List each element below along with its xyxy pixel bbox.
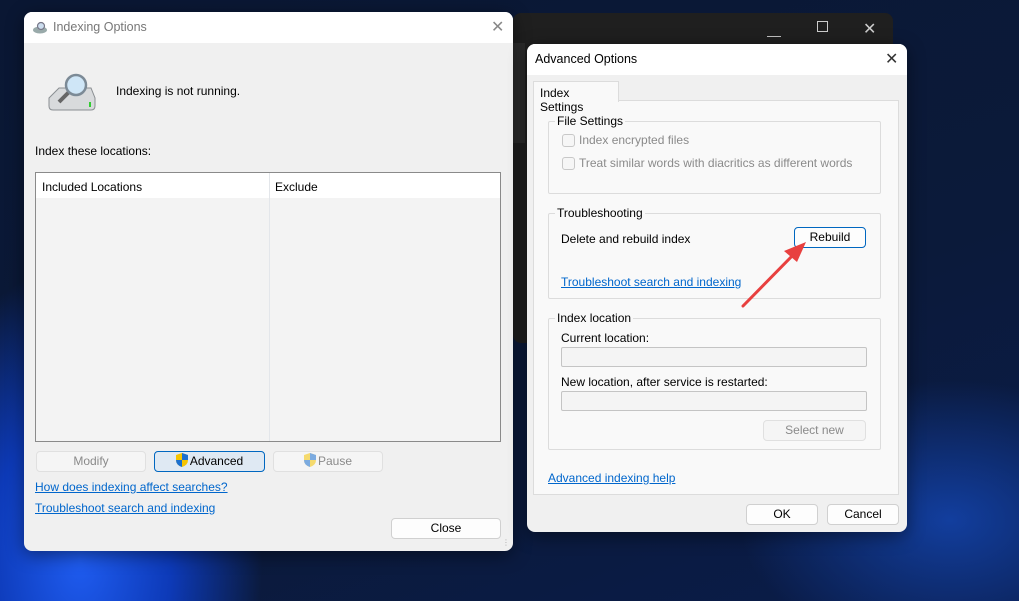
modify-button[interactable]: Modify — [36, 451, 146, 472]
index-location-group: Index location Current location: New loc… — [548, 311, 881, 450]
locations-label: Index these locations: — [35, 144, 152, 158]
close-button[interactable]: Close — [391, 518, 501, 539]
minimize-icon[interactable]: — — [767, 27, 781, 43]
current-location-label: Current location: — [561, 331, 650, 345]
maximize-icon[interactable] — [817, 21, 828, 32]
indexing-status: Indexing is not running. — [116, 84, 241, 98]
group-title: Index location — [555, 311, 634, 325]
troubleshoot-link[interactable]: Troubleshoot search and indexing — [35, 501, 215, 515]
advanced-indexing-help-link[interactable]: Advanced indexing help — [548, 471, 675, 485]
column-exclude[interactable]: Exclude — [275, 180, 318, 194]
tab-panel: File Settings Index encrypted files Trea… — [533, 100, 899, 495]
select-new-button[interactable]: Select new — [763, 420, 866, 441]
pause-label: Pause — [317, 454, 353, 468]
current-location-field[interactable] — [561, 347, 867, 367]
title-bar: Indexing Options ✕ — [24, 12, 513, 43]
group-title: Troubleshooting — [555, 206, 645, 220]
uac-shield-icon — [303, 453, 316, 467]
column-divider — [269, 173, 270, 441]
close-icon[interactable]: ✕ — [885, 49, 898, 69]
indexing-options-dialog: Indexing Options ✕ Indexing is not runni… — [24, 12, 513, 551]
group-title: File Settings — [555, 114, 626, 128]
advanced-label: Advanced — [189, 454, 244, 468]
how-indexing-affects-link[interactable]: How does indexing affect searches? — [35, 480, 228, 494]
rebuild-button[interactable]: Rebuild — [794, 227, 866, 248]
close-icon[interactable]: ✕ — [863, 19, 876, 39]
column-included-locations[interactable]: Included Locations — [42, 180, 142, 194]
cancel-button[interactable]: Cancel — [827, 504, 899, 525]
dialog-title: Indexing Options — [53, 20, 147, 34]
indexing-drive-icon — [48, 73, 96, 111]
title-bar: Advanced Options ✕ — [527, 44, 907, 75]
file-settings-group: File Settings Index encrypted files Trea… — [548, 114, 881, 194]
index-encrypted-checkbox[interactable]: Index encrypted files — [562, 133, 689, 147]
checkbox-label: Treat similar words with diacritics as d… — [579, 156, 853, 170]
pause-button[interactable]: Pause — [273, 451, 383, 472]
new-location-field[interactable] — [561, 391, 867, 411]
checkbox-label: Index encrypted files — [579, 133, 690, 147]
tab-index-settings[interactable]: Index Settings — [533, 81, 619, 114]
advanced-button[interactable]: Advanced — [154, 451, 265, 472]
diacritics-checkbox[interactable]: Treat similar words with diacritics as d… — [562, 156, 852, 170]
troubleshooting-group: Troubleshooting Delete and rebuild index… — [548, 206, 881, 299]
background-window-strip — [513, 43, 525, 143]
uac-shield-icon — [175, 453, 188, 467]
advanced-options-dialog: Advanced Options ✕ File Settings Index e… — [527, 44, 907, 532]
ok-button[interactable]: OK — [746, 504, 818, 525]
dialog-title: Advanced Options — [535, 52, 638, 66]
indexing-app-icon — [33, 21, 47, 34]
close-icon[interactable]: ✕ — [491, 17, 504, 37]
new-location-label: New location, after service is restarted… — [561, 375, 768, 389]
troubleshoot-link[interactable]: Troubleshoot search and indexing — [561, 275, 741, 289]
rebuild-label: Delete and rebuild index — [561, 232, 691, 246]
resize-grip[interactable]: ⋮ — [502, 538, 510, 547]
locations-list[interactable]: Included Locations Exclude — [35, 172, 501, 442]
